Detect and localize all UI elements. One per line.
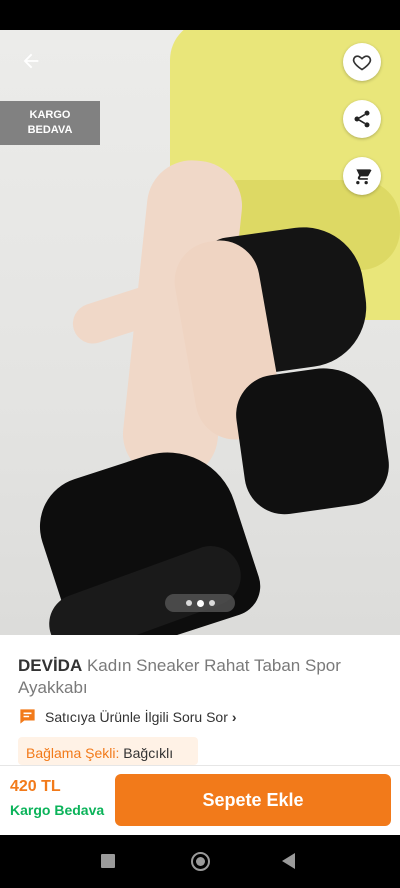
attribute-label: Bağlama Şekli:: [26, 745, 120, 761]
add-to-cart-button[interactable]: Sepete Ekle: [115, 774, 391, 826]
back-arrow-icon: [23, 53, 39, 69]
attribute-chip: Bağlama Şekli: Bağcıklı: [18, 737, 198, 765]
image-pager[interactable]: [165, 594, 235, 612]
product-info: DEVİDA Kadın Sneaker Rahat Taban Spor Ay…: [0, 635, 400, 765]
free-shipping-badge: KARGO BEDAVA: [0, 101, 100, 145]
product-brand[interactable]: DEVİDA: [18, 656, 82, 675]
attribute-value: Bağcıklı: [123, 745, 174, 761]
pager-dot[interactable]: [208, 600, 215, 606]
status-bar: [0, 0, 400, 30]
heart-icon: [352, 55, 372, 71]
cart-button[interactable]: [343, 157, 381, 195]
cart-icon: [352, 167, 372, 185]
chat-icon: [20, 709, 35, 724]
product-title: DEVİDA Kadın Sneaker Rahat Taban Spor Ay…: [18, 655, 378, 699]
price: 420 TL: [10, 778, 61, 795]
share-icon: [354, 110, 370, 128]
pager-dot-active[interactable]: [196, 599, 204, 607]
ask-seller-link[interactable]: Satıcıya Ürünle İlgili Soru Sor ›: [18, 707, 237, 726]
back-triangle-icon[interactable]: [282, 853, 295, 869]
ask-seller-label: Satıcıya Ürünle İlgili Soru Sor: [45, 708, 228, 725]
system-nav-bar: [0, 835, 400, 888]
free-shipping-label: Kargo Bedava: [10, 802, 105, 818]
back-button[interactable]: [16, 46, 46, 76]
pager-dot[interactable]: [185, 600, 192, 606]
checkout-bar: 420 TL Kargo Bedava Sepete Ekle: [0, 765, 400, 835]
recents-icon[interactable]: [101, 854, 115, 868]
product-detail-screen: KARGO BEDAVA DEVİDA Kadın Sneaker Rahat …: [0, 0, 400, 888]
share-button[interactable]: [343, 100, 381, 138]
home-icon[interactable]: [191, 852, 210, 871]
chevron-right-icon: ›: [231, 708, 237, 725]
favorite-button[interactable]: [343, 43, 381, 81]
